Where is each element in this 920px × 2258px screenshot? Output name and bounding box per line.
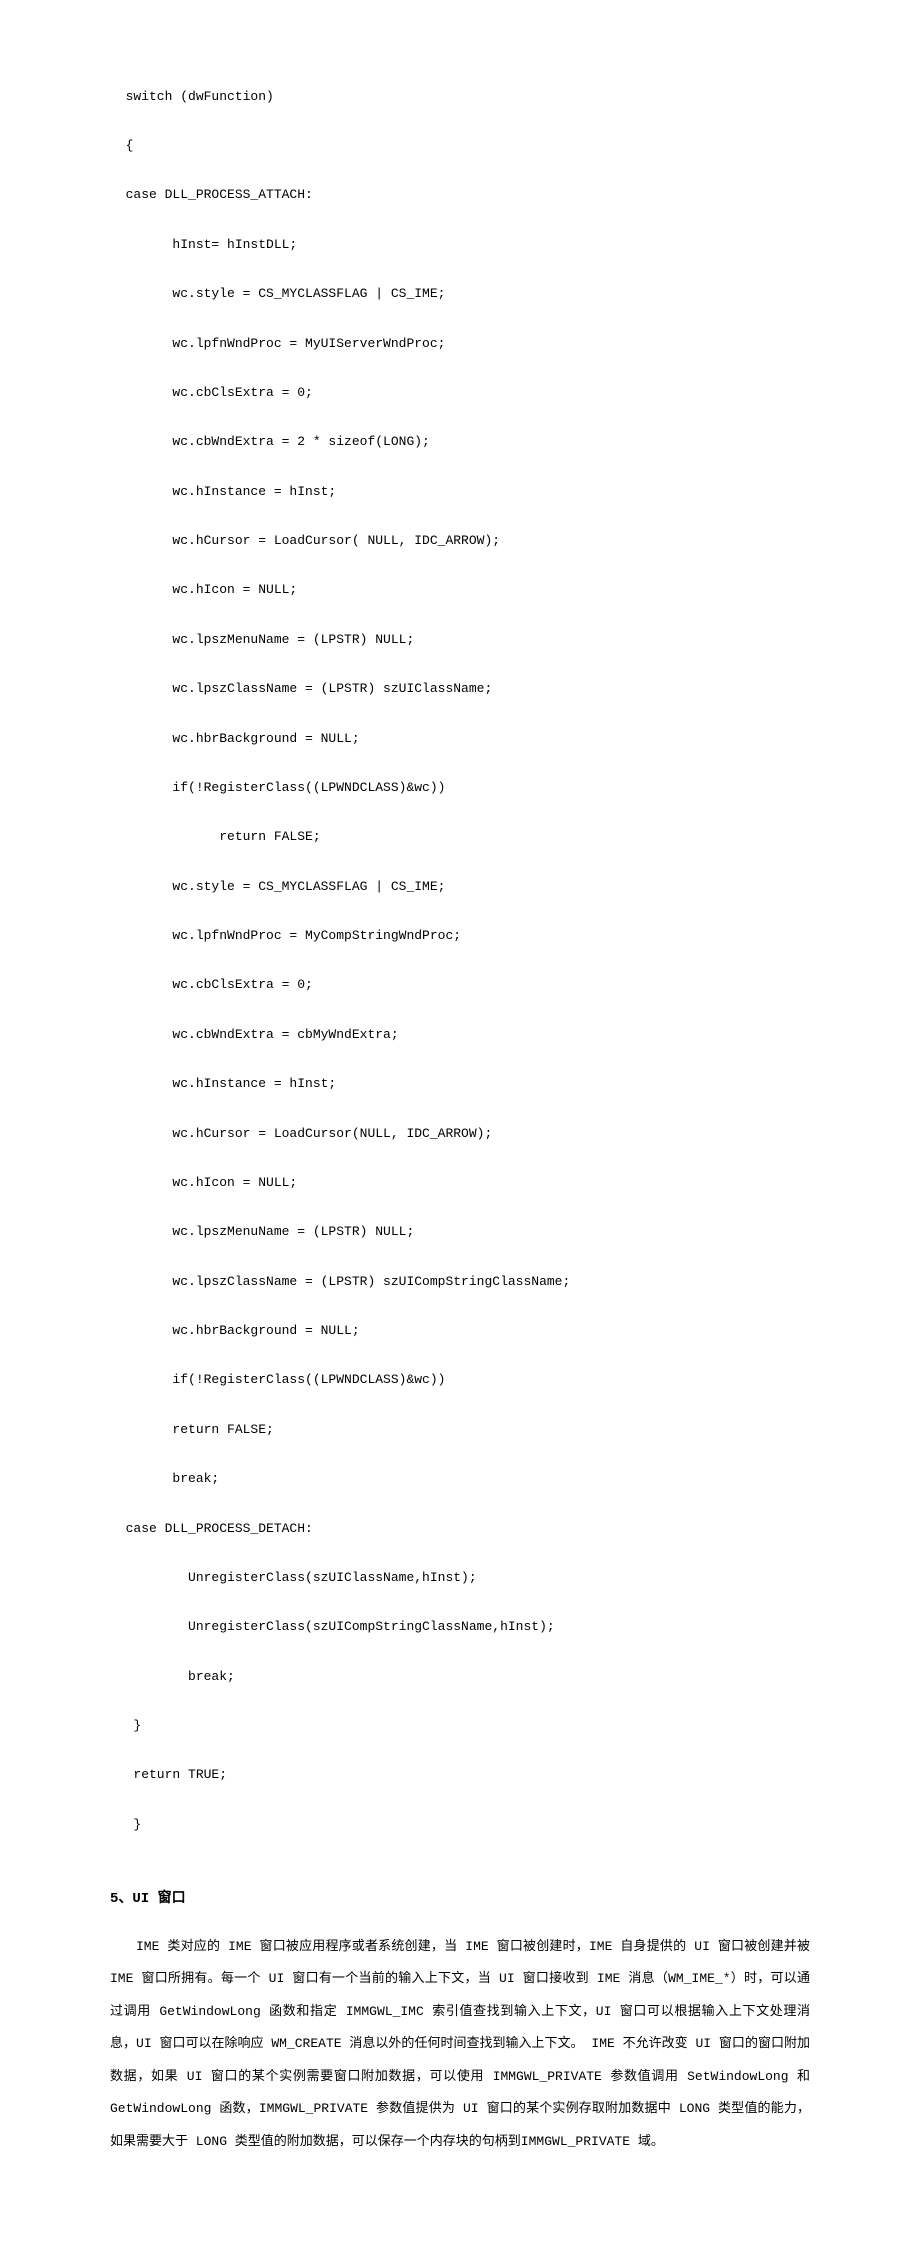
code-line: wc.lpfnWndProc = MyCompStringWndProc; [110, 924, 810, 949]
code-line: break; [110, 1665, 810, 1690]
body-paragraph: IME 类对应的 IME 窗口被应用程序或者系统创建，当 IME 窗口被创建时，… [110, 1931, 810, 2159]
code-line: break; [110, 1467, 810, 1492]
code-line: if(!RegisterClass((LPWNDCLASS)&wc)) [110, 1368, 810, 1393]
code-line: wc.style = CS_MYCLASSFLAG | CS_IME; [110, 282, 810, 307]
code-line: return FALSE; [110, 825, 810, 850]
code-line: wc.hIcon = NULL; [110, 1171, 810, 1196]
code-line: if(!RegisterClass((LPWNDCLASS)&wc)) [110, 776, 810, 801]
code-line: case DLL_PROCESS_ATTACH: [110, 183, 810, 208]
code-line: wc.hInstance = hInst; [110, 480, 810, 505]
code-line: switch (dwFunction) [110, 85, 810, 110]
code-line: wc.lpfnWndProc = MyUIServerWndProc; [110, 332, 810, 357]
code-block: switch (dwFunction) { case DLL_PROCESS_A… [110, 60, 810, 1862]
code-line: wc.hCursor = LoadCursor( NULL, IDC_ARROW… [110, 529, 810, 554]
code-line: { [110, 134, 810, 159]
code-line: wc.lpszClassName = (LPSTR) szUIClassName… [110, 677, 810, 702]
code-line: wc.hIcon = NULL; [110, 578, 810, 603]
code-line: wc.cbClsExtra = 0; [110, 973, 810, 998]
code-line: return TRUE; [110, 1763, 810, 1788]
code-line: wc.style = CS_MYCLASSFLAG | CS_IME; [110, 875, 810, 900]
code-line: UnregisterClass(szUIClassName,hInst); [110, 1566, 810, 1591]
code-line: return FALSE; [110, 1418, 810, 1443]
code-line: } [110, 1813, 810, 1838]
code-line: case DLL_PROCESS_DETACH: [110, 1517, 810, 1542]
code-line: wc.cbWndExtra = 2 * sizeof(LONG); [110, 430, 810, 455]
code-line: wc.hbrBackground = NULL; [110, 1319, 810, 1344]
code-line: wc.hCursor = LoadCursor(NULL, IDC_ARROW)… [110, 1122, 810, 1147]
section-heading: 5、UI 窗口 [110, 1886, 810, 1913]
code-line: UnregisterClass(szUICompStringClassName,… [110, 1615, 810, 1640]
code-line: wc.hInstance = hInst; [110, 1072, 810, 1097]
code-line: wc.lpszMenuName = (LPSTR) NULL; [110, 1220, 810, 1245]
code-line: wc.cbClsExtra = 0; [110, 381, 810, 406]
code-line: } [110, 1714, 810, 1739]
code-line: wc.hbrBackground = NULL; [110, 727, 810, 752]
code-line: wc.lpszClassName = (LPSTR) szUICompStrin… [110, 1270, 810, 1295]
code-line: wc.lpszMenuName = (LPSTR) NULL; [110, 628, 810, 653]
code-line: hInst= hInstDLL; [110, 233, 810, 258]
code-line: wc.cbWndExtra = cbMyWndExtra; [110, 1023, 810, 1048]
